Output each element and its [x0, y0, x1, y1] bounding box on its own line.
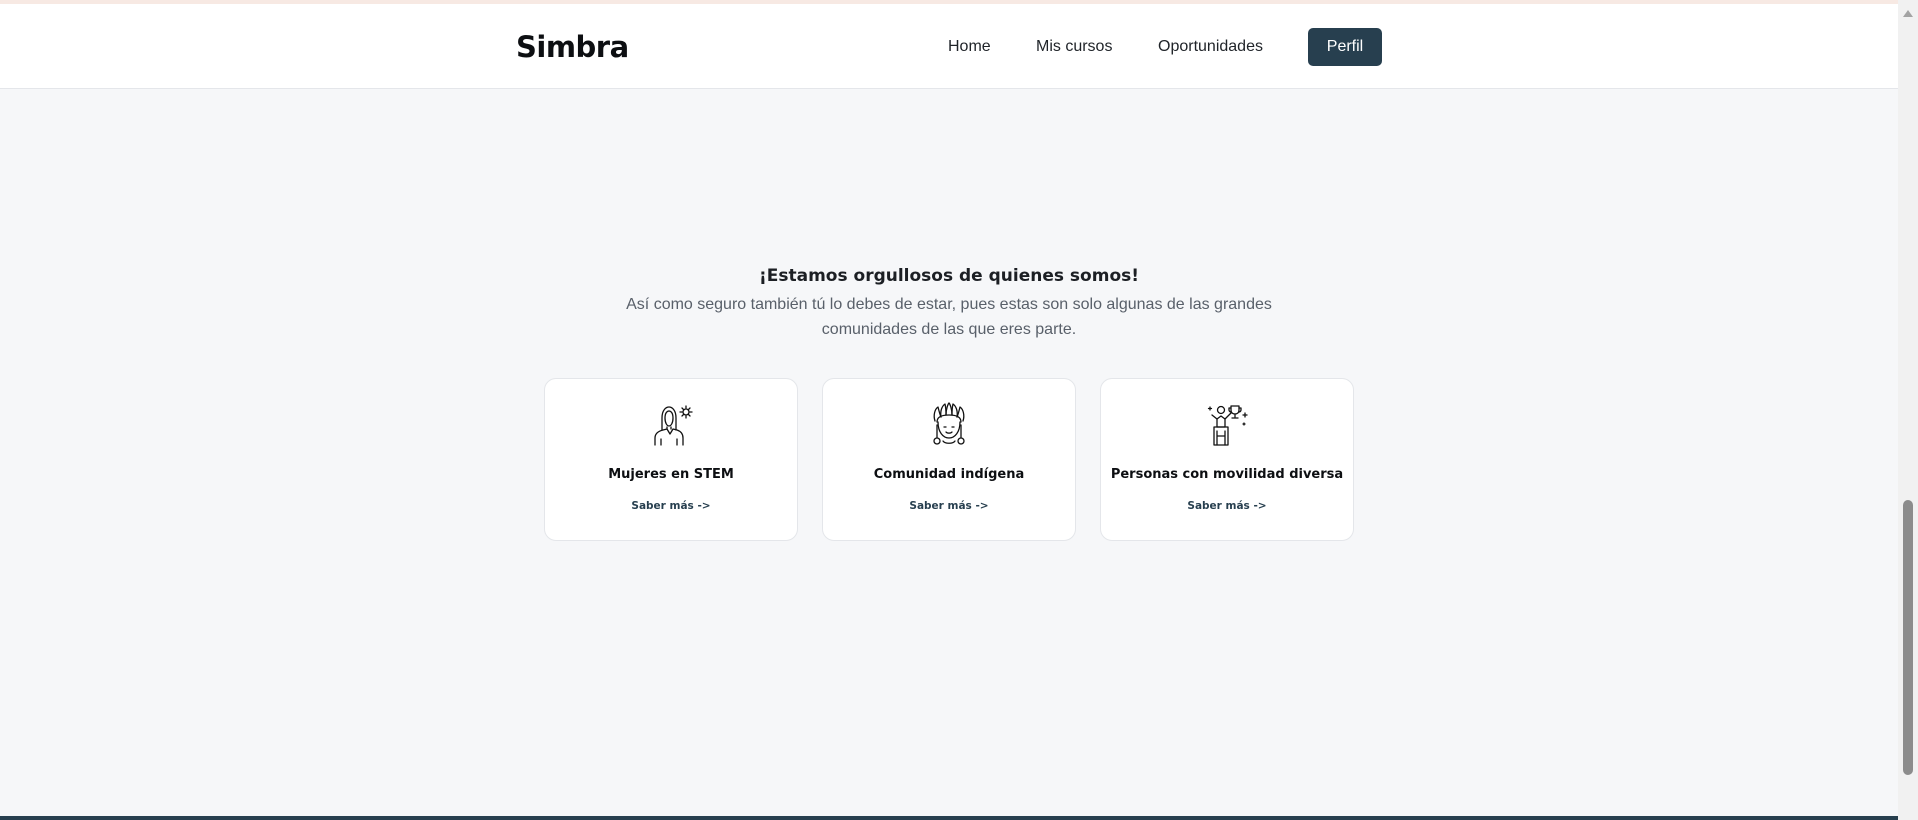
learn-more-link[interactable]: Saber más -> [1101, 500, 1353, 512]
scroll-up-arrow-icon[interactable] [1903, 10, 1913, 17]
card-title: Mujeres en STEM [608, 467, 734, 482]
footer-edge [0, 816, 1898, 820]
page-scrollbar[interactable] [1898, 0, 1918, 820]
community-card-mobility: Personas con movilidad diversa Saber más… [1100, 378, 1354, 541]
community-cards: Mujeres en STEM Saber más -> Comunidad i… [544, 378, 1354, 541]
community-card-women-stem: Mujeres en STEM Saber más -> [544, 378, 798, 541]
indigenous-headdress-icon [926, 401, 972, 447]
wheelchair-trophy-icon [1204, 401, 1250, 447]
community-card-indigenous: Comunidad indígena Saber más -> [822, 378, 1076, 541]
section-title: ¡Estamos orgullosos de quienes somos! [759, 266, 1139, 286]
site-logo[interactable]: Simbra [516, 30, 629, 64]
learn-more-link[interactable]: Saber más -> [823, 500, 1075, 512]
nav-link-opportunities[interactable]: Oportunidades [1158, 38, 1263, 56]
nav-link-my-courses[interactable]: Mis cursos [1036, 38, 1112, 56]
woman-scientist-icon [648, 401, 694, 447]
card-title: Personas con movilidad diversa [1110, 467, 1344, 482]
profile-button[interactable]: Perfil [1308, 28, 1382, 66]
nav-link-home[interactable]: Home [948, 38, 991, 56]
learn-more-link[interactable]: Saber más -> [545, 500, 797, 512]
scroll-thumb[interactable] [1903, 500, 1913, 775]
card-title: Comunidad indígena [873, 467, 1025, 482]
site-header: Simbra Home Mis cursos Oportunidades Per… [0, 4, 1898, 89]
communities-intro: ¡Estamos orgullosos de quienes somos! As… [0, 266, 1898, 342]
section-subtitle: Así como seguro también tú lo debes de e… [626, 296, 1272, 338]
